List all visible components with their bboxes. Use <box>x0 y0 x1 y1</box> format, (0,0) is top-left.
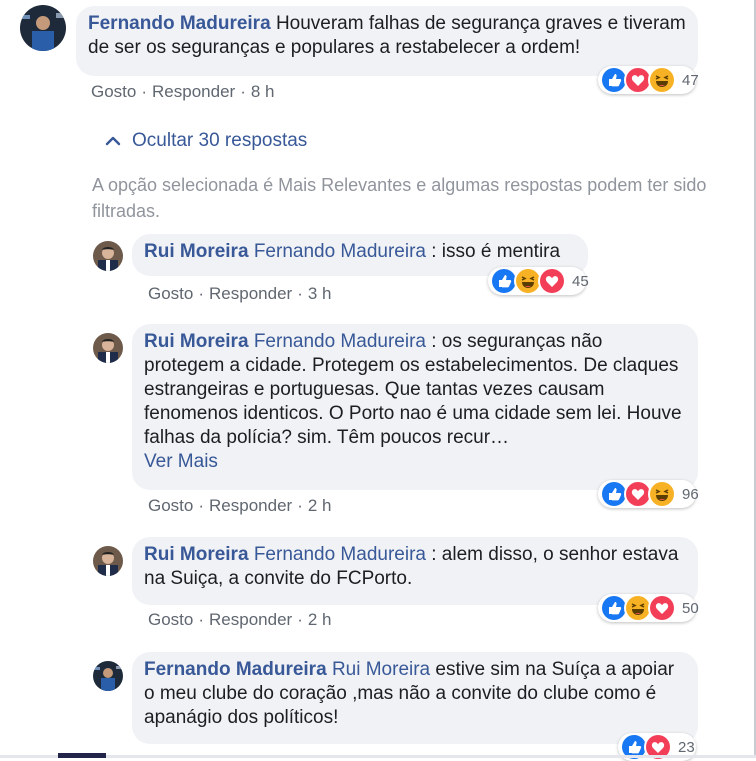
comment-text: : isso é mentira <box>431 241 561 262</box>
chevron-up-icon <box>105 136 121 146</box>
separator: · <box>297 610 303 629</box>
separator: · <box>297 284 303 303</box>
hide-replies-label[interactable]: Ocultar 30 respostas <box>132 130 307 152</box>
reaction-count: 50 <box>682 599 699 617</box>
haha-reaction-icon <box>648 66 676 94</box>
love-reaction-icon <box>538 267 566 295</box>
comment-mention[interactable]: Rui Moreira <box>332 659 430 680</box>
hide-replies-toggle[interactable]: Ocultar 30 respostas <box>104 130 307 152</box>
reply-link[interactable]: Responder <box>209 610 292 629</box>
avatar[interactable] <box>93 333 123 363</box>
love-reaction-icon <box>648 594 676 622</box>
see-more-link[interactable]: Ver Mais <box>144 451 218 472</box>
separator: · <box>198 610 205 629</box>
comment-bubble: Rui Moreira Fernando Madureira : os segu… <box>132 324 698 490</box>
reaction-summary[interactable]: 45 <box>488 267 589 295</box>
haha-reaction-icon <box>648 480 676 508</box>
like-link[interactable]: Gosto <box>91 82 136 101</box>
reaction-summary[interactable]: 47 <box>598 66 699 94</box>
comment-bubble: Fernando Madureira Rui Moreira estive si… <box>132 652 698 744</box>
filter-note: A opção selecionada é Mais Relevantes e … <box>92 175 707 221</box>
comment-mention[interactable]: Fernando Madureira <box>254 241 426 262</box>
avatar[interactable] <box>93 661 123 691</box>
timestamp-link[interactable]: 2 h <box>308 610 332 629</box>
comment-author[interactable]: Rui Moreira <box>144 331 249 352</box>
separator: · <box>198 284 205 303</box>
like-link[interactable]: Gosto <box>148 610 193 629</box>
comment-mention[interactable]: Fernando Madureira <box>254 544 426 565</box>
comment-actions: Gosto · Responder · 2 h <box>148 496 332 516</box>
separator: · <box>198 496 205 515</box>
reaction-count: 23 <box>678 738 695 756</box>
comment-author[interactable]: Fernando Madureira <box>88 13 271 34</box>
reaction-summary[interactable]: 50 <box>598 594 699 622</box>
avatar[interactable] <box>93 241 123 271</box>
reaction-summary[interactable]: 96 <box>598 480 699 508</box>
timestamp-link[interactable]: 8 h <box>251 82 275 101</box>
timestamp-link[interactable]: 3 h <box>308 284 332 303</box>
separator: · <box>297 496 303 515</box>
timestamp-link[interactable]: 2 h <box>308 496 332 515</box>
comment-actions: Gosto · Responder · 3 h <box>148 284 332 304</box>
avatar[interactable] <box>93 546 123 576</box>
avatar[interactable] <box>20 5 66 51</box>
comment-actions: Gosto · Responder · 2 h <box>148 610 332 630</box>
reaction-count: 96 <box>682 485 699 503</box>
reaction-count: 47 <box>682 71 699 89</box>
reply-link[interactable]: Responder <box>152 82 235 101</box>
reply-link[interactable]: Responder <box>209 496 292 515</box>
comment-author[interactable]: Rui Moreira <box>144 241 249 262</box>
reaction-count: 45 <box>572 272 589 290</box>
like-link[interactable]: Gosto <box>148 496 193 515</box>
comment-author[interactable]: Rui Moreira <box>144 544 249 565</box>
comment-author[interactable]: Fernando Madureira <box>144 659 327 680</box>
reply-link[interactable]: Responder <box>209 284 292 303</box>
comment-actions: Gosto · Responder · 8 h <box>91 82 275 102</box>
comment-mention[interactable]: Fernando Madureira <box>254 331 426 352</box>
separator: · <box>240 82 246 101</box>
bottom-image-edge <box>58 753 106 758</box>
separator: · <box>141 82 148 101</box>
like-link[interactable]: Gosto <box>148 284 193 303</box>
